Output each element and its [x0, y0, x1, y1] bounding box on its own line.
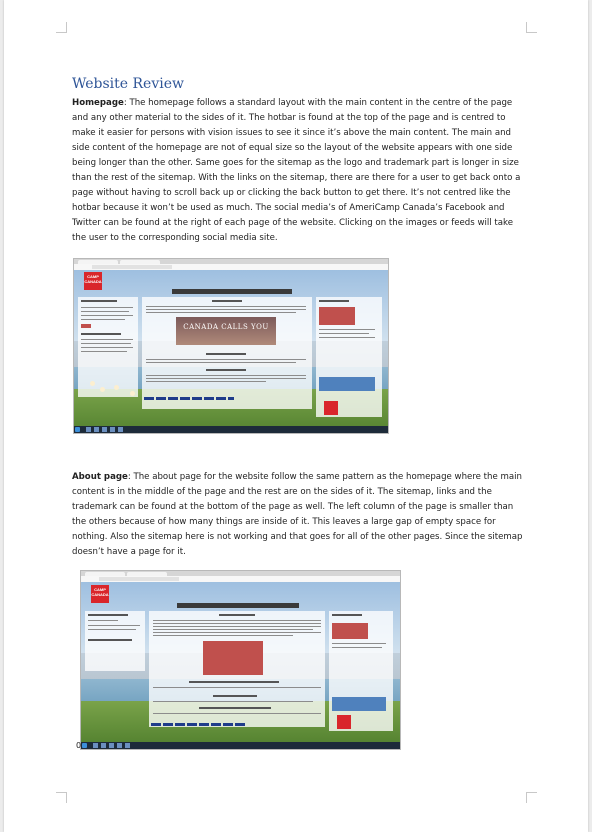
text-line [146, 362, 296, 363]
column-heading [88, 614, 128, 616]
text-line [153, 713, 321, 714]
text-line [146, 309, 306, 310]
taskbar-app-icon [86, 427, 91, 432]
start-icon [75, 427, 80, 432]
homepage-text: : The homepage follows a standard layout… [72, 98, 521, 243]
taskbar-app-icon [94, 427, 99, 432]
trademark-logo [324, 401, 338, 415]
column-heading [332, 614, 362, 616]
text-line [81, 315, 133, 316]
stray-character: 0 [76, 741, 82, 750]
main-heading [212, 300, 242, 302]
text-line [81, 307, 133, 308]
taskbar-app-icon [110, 427, 115, 432]
column-heading [81, 333, 121, 335]
homepage-label: Homepage [72, 98, 124, 108]
text-line [146, 375, 306, 376]
text-line [153, 687, 321, 688]
twitter-feed [332, 697, 386, 711]
left-column [78, 297, 138, 397]
text-line [81, 347, 133, 348]
section-heading [213, 695, 257, 697]
main-column: CANADA CALLS YOU [142, 297, 312, 409]
document-heading: Website Review [72, 76, 184, 92]
start-icon [82, 743, 87, 748]
left-column [85, 611, 145, 671]
about-page-screenshot: CAMP CANADA [80, 570, 401, 750]
taskbar [81, 742, 400, 749]
main-column [149, 611, 325, 727]
text-line [319, 329, 375, 330]
text-line [146, 312, 296, 313]
taskbar [74, 426, 388, 433]
taskbar-app-icon [101, 743, 106, 748]
text-line [153, 620, 321, 621]
homepage-paragraph: Homepage: The homepage follows a standar… [72, 96, 524, 246]
social-media-column [329, 611, 393, 731]
taskbar-app-icon [125, 743, 130, 748]
main-heading [219, 614, 255, 616]
about-paragraph: About page: The about page for the websi… [72, 470, 524, 560]
url-field [92, 265, 172, 269]
apply-button [81, 324, 91, 328]
text-line [153, 623, 321, 624]
text-line [153, 635, 293, 636]
margin-corner-bottom-right [526, 792, 537, 803]
hotbar [177, 603, 299, 608]
text-line [332, 643, 386, 644]
text-line [332, 647, 382, 648]
text-line [88, 620, 118, 621]
hotbar [172, 289, 292, 294]
margin-corner-top-right [526, 22, 537, 33]
taskbar-app-icon [118, 427, 123, 432]
text-line [153, 632, 321, 633]
trademark-logo [337, 715, 351, 729]
section-heading [206, 369, 246, 371]
text-line [88, 629, 136, 630]
canada-calls-you-banner: CANADA CALLS YOU [176, 317, 276, 345]
taskbar-app-icon [93, 743, 98, 748]
taskbar-app-icon [117, 743, 122, 748]
text-line [81, 319, 125, 320]
section-heading [199, 707, 271, 709]
homepage-screenshot: CAMP CANADA CANADA CALLS YOU [73, 258, 389, 434]
about-photo [203, 641, 263, 675]
sitemap-links [151, 723, 245, 726]
about-label: About page [72, 472, 128, 482]
taskbar-app-icon [102, 427, 107, 432]
column-heading [88, 639, 132, 641]
text-line [153, 626, 321, 627]
text-line [81, 351, 127, 352]
camp-canada-logo: CAMP CANADA [84, 272, 102, 290]
about-text: : The about page for the website follow … [72, 472, 523, 557]
text-line [319, 337, 375, 338]
twitter-feed [319, 377, 375, 391]
text-line [146, 381, 266, 382]
facebook-feed [332, 623, 368, 639]
column-heading [319, 300, 349, 302]
camp-canada-logo: CAMP CANADA [91, 585, 109, 603]
text-line [88, 625, 140, 626]
text-line [81, 343, 131, 344]
text-line [81, 339, 133, 340]
section-heading [206, 353, 246, 355]
margin-corner-bottom-left [56, 792, 67, 803]
facebook-feed [319, 307, 355, 325]
margin-corner-top-left [56, 22, 67, 33]
text-line [146, 378, 306, 379]
text-line [146, 359, 306, 360]
text-line [319, 333, 369, 334]
text-line [146, 306, 306, 307]
sitemap-links [144, 397, 234, 400]
social-media-column [316, 297, 382, 417]
text-line [153, 629, 313, 630]
section-heading [189, 681, 279, 683]
taskbar-app-icon [109, 743, 114, 748]
column-heading [81, 300, 117, 302]
text-line [81, 311, 129, 312]
text-line [153, 701, 313, 702]
banner-text: CANADA CALLS YOU [183, 323, 269, 331]
url-field [99, 577, 179, 581]
